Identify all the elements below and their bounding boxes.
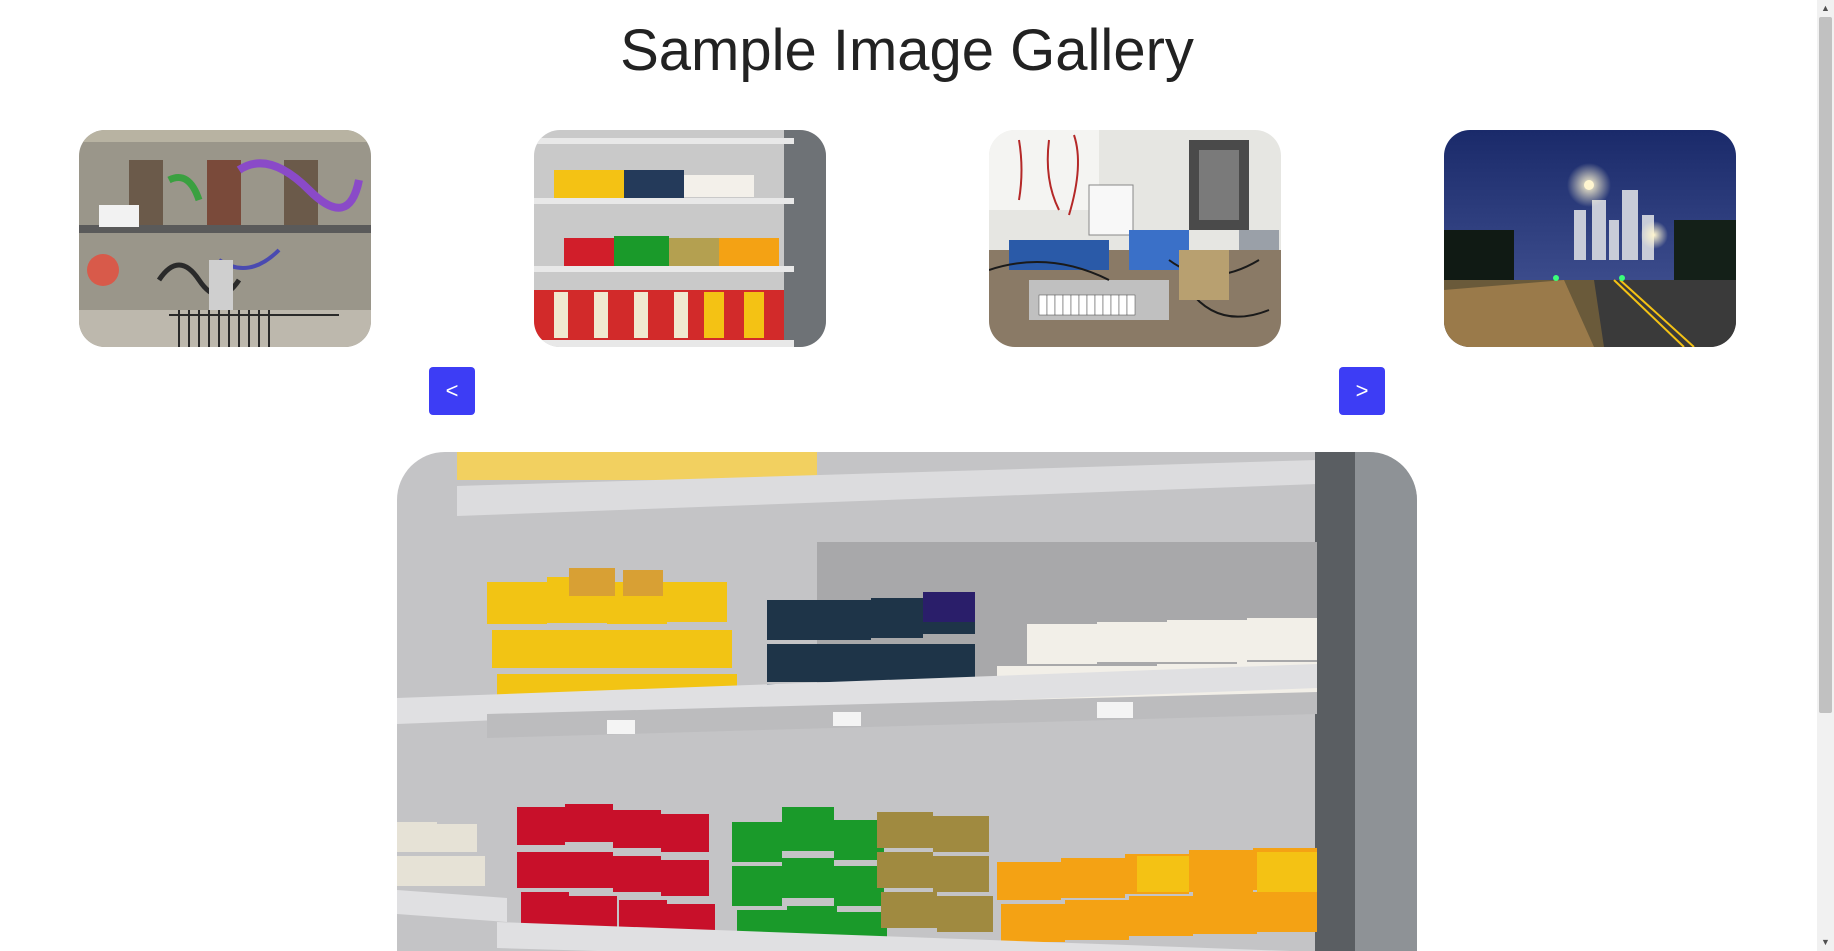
electronics-workbench-photo-icon: [989, 130, 1281, 347]
vertical-scrollbar[interactable]: ▲ ▼: [1817, 0, 1834, 951]
scrollbar-thumb[interactable]: [1819, 17, 1832, 713]
thumbnail-electronics-workbench[interactable]: [989, 130, 1281, 347]
cheese-shelf-photo-icon: [397, 452, 1417, 951]
thumbnail-cheese-shelf[interactable]: [534, 130, 826, 347]
thumbnail-city-night-street[interactable]: [1444, 130, 1736, 347]
next-button[interactable]: >: [1339, 367, 1385, 415]
scroll-down-arrow-icon[interactable]: ▼: [1817, 934, 1834, 951]
cheese-shelf-photo-icon: [534, 130, 826, 347]
graffiti-building-photo-icon: [79, 130, 371, 347]
previous-button[interactable]: <: [429, 367, 475, 415]
page-title: Sample Image Gallery: [620, 18, 1194, 83]
thumbnail-graffiti-building[interactable]: [79, 130, 371, 347]
city-night-street-photo-icon: [1444, 130, 1736, 347]
main-image: [397, 452, 1417, 951]
scroll-up-arrow-icon[interactable]: ▲: [1817, 0, 1834, 17]
